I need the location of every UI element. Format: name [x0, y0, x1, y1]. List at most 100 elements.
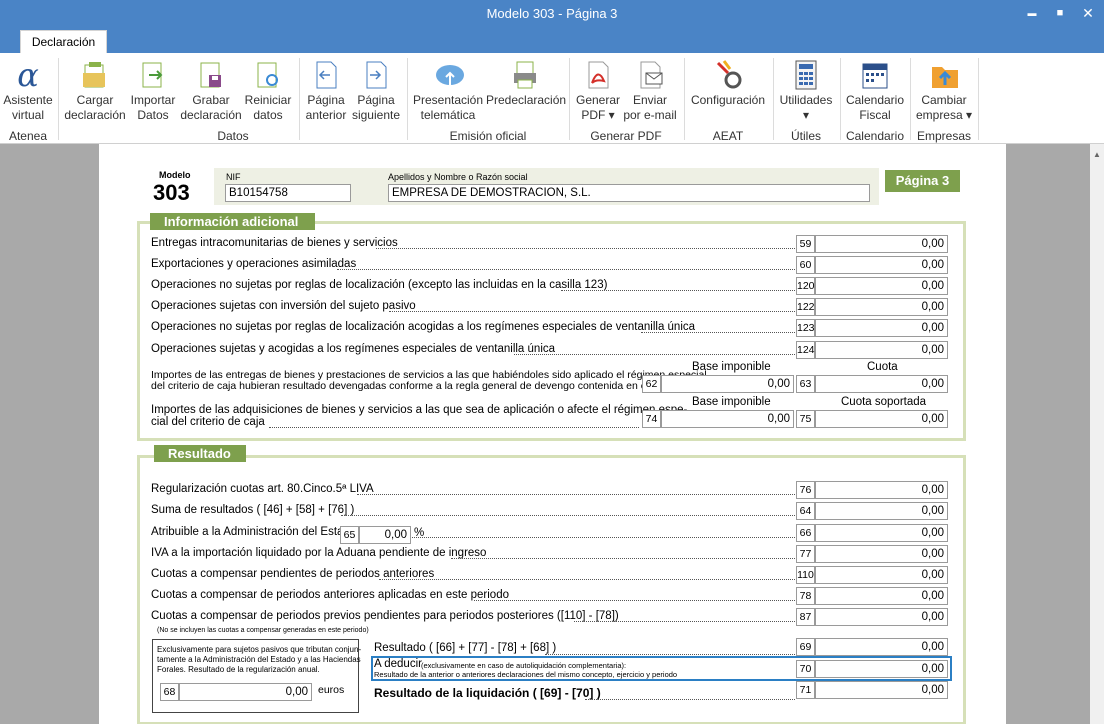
- enviar-email-button[interactable]: Enviar por e-mail: [622, 59, 678, 123]
- dot-leader: [337, 269, 795, 270]
- field-123[interactable]: 0,00: [815, 319, 948, 337]
- base-imponible-label: Base imponible: [692, 361, 771, 373]
- folder-up-icon: [930, 59, 958, 91]
- asistente-label-2: virtual: [11, 108, 44, 122]
- separator: [407, 58, 408, 140]
- cargar-label-2: declaración: [64, 108, 126, 122]
- tab-declaracion[interactable]: Declaración: [20, 30, 107, 53]
- box-87: 87: [796, 608, 815, 626]
- cambiar-empresa-button[interactable]: Cambiar empresa ▾: [914, 59, 974, 123]
- configuracion-button[interactable]: Configuración: [688, 59, 768, 108]
- cuota-label: Cuota: [867, 361, 898, 373]
- page-badge: Página 3: [885, 170, 960, 192]
- dot-leader: [376, 248, 795, 249]
- field-71[interactable]: 0,00: [815, 681, 948, 699]
- field-64[interactable]: 0,00: [815, 502, 948, 520]
- dot-leader: [451, 558, 795, 559]
- reiniciar-datos-button[interactable]: Reiniciar datos: [242, 59, 294, 123]
- box-59: 59: [796, 235, 815, 253]
- scroll-up-icon[interactable]: ▲: [1093, 150, 1101, 159]
- group-datos: Datos: [217, 129, 249, 143]
- pagina-siguiente-button[interactable]: Página siguiente: [350, 59, 402, 123]
- field-69[interactable]: 0,00: [815, 638, 948, 656]
- exclusivo-label-1: Exclusivamente para sujetos pasivos que …: [157, 645, 362, 654]
- asistente-virtual-button[interactable]: α Asistente virtual: [2, 59, 54, 123]
- box-69: 69: [796, 638, 815, 656]
- form-page: Modelo 303 NIF B10154758 Apellidos y Nom…: [99, 144, 1006, 724]
- euros-label: euros: [318, 684, 345, 696]
- field-124[interactable]: 0,00: [815, 341, 948, 359]
- calendario-label-2: Fiscal: [859, 108, 891, 122]
- field-74[interactable]: 0,00: [661, 410, 794, 428]
- field-122[interactable]: 0,00: [815, 298, 948, 316]
- predeclaracion-label: Predeclaración: [486, 93, 567, 107]
- presentacion-telematica-button[interactable]: Presentación telemática: [412, 59, 484, 123]
- nombre-field[interactable]: EMPRESA DE DEMOSTRACION, S.L.: [388, 184, 870, 202]
- field-60[interactable]: 0,00: [815, 256, 948, 274]
- field-78[interactable]: 0,00: [815, 587, 948, 605]
- box-64: 64: [796, 502, 815, 520]
- cargar-declaracion-button[interactable]: Cargar declaración: [64, 59, 126, 123]
- utilidades-button[interactable]: Utilidades ▾: [776, 59, 836, 123]
- dot-leader: [514, 354, 795, 355]
- nif-label: NIF: [226, 172, 241, 182]
- grabar-declaracion-button[interactable]: Grabar declaración: [180, 59, 242, 123]
- label-122: Operaciones sujetas con inversión del su…: [151, 300, 416, 312]
- import-icon: [139, 59, 167, 91]
- enviar-label-1: Enviar: [632, 93, 667, 107]
- importar-datos-button[interactable]: Importar Datos: [126, 59, 180, 123]
- field-66[interactable]: 0,00: [815, 524, 948, 542]
- close-button[interactable]: ✕: [1074, 2, 1102, 24]
- box-124: 124: [796, 341, 815, 359]
- predeclaracion-button[interactable]: Predeclaración: [486, 59, 567, 108]
- field-75[interactable]: 0,00: [815, 410, 948, 428]
- pagina-anterior-button[interactable]: Página anterior: [302, 59, 350, 123]
- box-120: 120: [796, 277, 815, 295]
- refresh-icon: [254, 59, 282, 91]
- separator: [910, 58, 911, 140]
- cloud-upload-icon: [434, 59, 464, 91]
- siguiente-label-2: siguiente: [351, 108, 401, 122]
- configuracion-label: Configuración: [690, 93, 766, 107]
- field-63[interactable]: 0,00: [815, 375, 948, 393]
- dot-leader: [357, 494, 795, 495]
- nif-field[interactable]: B10154758: [225, 184, 351, 202]
- generar-pdf-button[interactable]: Generar PDF ▾: [574, 59, 622, 123]
- label-120: Operaciones no sujetas por reglas de loc…: [151, 279, 608, 291]
- box-74: 74: [642, 410, 661, 428]
- minimize-button[interactable]: ▬: [1018, 2, 1046, 24]
- vertical-scrollbar[interactable]: ▲: [1090, 144, 1104, 724]
- field-76[interactable]: 0,00: [815, 481, 948, 499]
- separator: [773, 58, 774, 140]
- info-title: Información adicional: [150, 213, 315, 230]
- generar-label-2: PDF ▾: [581, 108, 615, 122]
- field-70[interactable]: 0,00: [815, 660, 948, 678]
- calendario-label-1: Calendario: [845, 93, 905, 107]
- calendario-fiscal-button[interactable]: Calendario Fiscal: [844, 59, 906, 123]
- modelo-label: Modelo: [159, 170, 191, 180]
- box-68: 68: [160, 683, 179, 701]
- field-65[interactable]: 0,00: [359, 526, 411, 544]
- label-77: IVA a la importación liquidado por la Ad…: [151, 547, 487, 559]
- field-62[interactable]: 0,00: [661, 375, 794, 393]
- field-68[interactable]: 0,00: [179, 683, 312, 701]
- group-aeat: AEAT: [712, 129, 744, 143]
- box-60: 60: [796, 256, 815, 274]
- maximize-button[interactable]: ■: [1046, 2, 1074, 24]
- dot-leader: [341, 515, 795, 516]
- field-120[interactable]: 0,00: [815, 277, 948, 295]
- box-63: 63: [796, 375, 815, 393]
- field-87[interactable]: 0,00: [815, 608, 948, 626]
- field-77[interactable]: 0,00: [815, 545, 948, 563]
- box-78: 78: [796, 587, 815, 605]
- separator: [58, 58, 59, 140]
- field-59[interactable]: 0,00: [815, 235, 948, 253]
- field-110[interactable]: 0,00: [815, 566, 948, 584]
- group-atenea: Atenea: [8, 129, 48, 143]
- box-66: 66: [796, 524, 815, 542]
- box-71: 71: [796, 681, 815, 699]
- cambiar-label-1: Cambiar: [921, 93, 967, 107]
- dot-leader: [269, 427, 639, 428]
- group-utiles: Útiles: [790, 129, 821, 143]
- group-empresas: Empresas: [916, 129, 972, 143]
